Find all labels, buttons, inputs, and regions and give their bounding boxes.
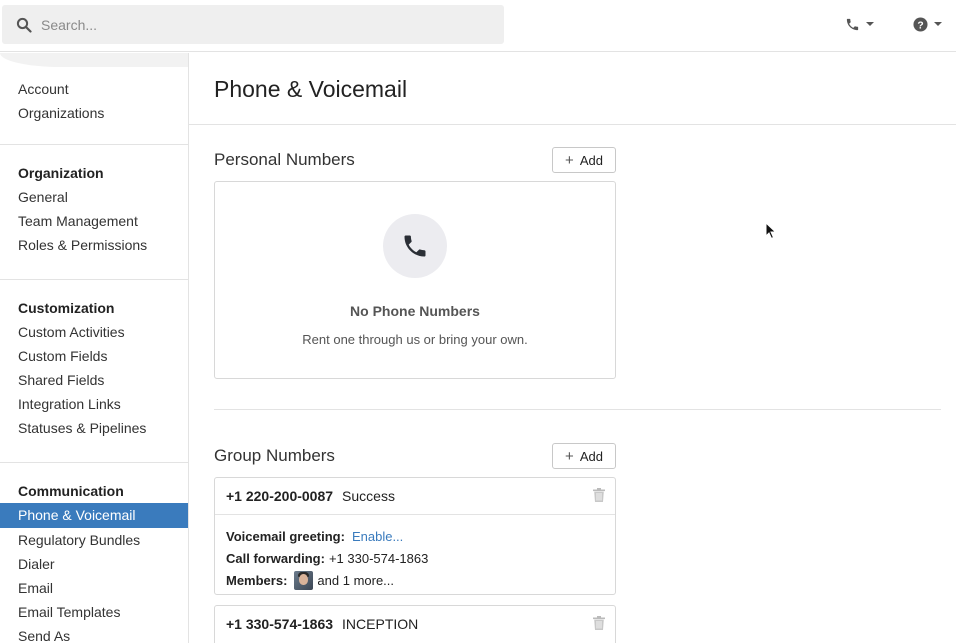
sidebar-group-communication: Communication Phone & Voicemail Regulato… xyxy=(0,479,188,643)
sidebar-heading-organization: Organization xyxy=(18,165,104,181)
sidebar-group-customization: Customization Custom Activities Custom F… xyxy=(0,296,188,440)
empty-state-title: No Phone Numbers xyxy=(350,303,480,319)
add-personal-number-button[interactable]: + Add xyxy=(552,147,616,173)
personal-numbers-title: Personal Numbers xyxy=(214,150,355,169)
sidebar-item-send-as[interactable]: Send As xyxy=(0,624,188,643)
avatar[interactable] xyxy=(294,570,314,590)
trash-icon[interactable] xyxy=(593,488,605,502)
search-icon xyxy=(16,17,32,33)
personal-numbers-empty-state: No Phone Numbers Rent one through us or … xyxy=(214,181,616,379)
forwarding-label: Call forwarding: xyxy=(226,550,325,566)
sidebar-item-shared-fields[interactable]: Shared Fields xyxy=(0,368,188,392)
sidebar-item-roles-permissions[interactable]: Roles & Permissions xyxy=(0,233,188,257)
phone-icon xyxy=(846,18,859,30)
sidebar-item-custom-fields[interactable]: Custom Fields xyxy=(0,344,188,368)
group-number-header: +1 330-574-1863 INCEPTION xyxy=(215,606,615,642)
forwarding-row: Call forwarding: +1 330-574-1863 xyxy=(226,547,604,569)
add-group-number-button[interactable]: + Add xyxy=(552,443,616,469)
mouse-cursor-icon xyxy=(765,222,777,240)
voicemail-label: Voicemail greeting: xyxy=(226,528,345,544)
group-number-card: +1 220-200-0087 Success Voicemail greeti… xyxy=(214,477,616,595)
plus-icon: + xyxy=(565,447,574,465)
chevron-down-icon xyxy=(866,22,874,26)
group-number-header: +1 220-200-0087 Success xyxy=(215,478,615,514)
group-number-details: Voicemail greeting: Enable... Call forwa… xyxy=(215,514,615,599)
sidebar-item-account[interactable]: Account xyxy=(0,77,188,101)
voicemail-row: Voicemail greeting: Enable... xyxy=(226,525,604,547)
sidebar-item-general[interactable]: General xyxy=(0,185,188,209)
sidebar-item-email[interactable]: Email xyxy=(0,576,188,600)
group-numbers-title: Group Numbers xyxy=(214,446,335,465)
svg-text:?: ? xyxy=(917,20,923,31)
help-menu-button[interactable]: ? xyxy=(913,14,942,34)
group-number: +1 220-200-0087 xyxy=(226,488,334,504)
main-content: Phone & Voicemail Personal Numbers + Add… xyxy=(189,53,956,643)
sidebar-divider xyxy=(0,279,188,280)
sidebar-divider xyxy=(0,144,188,145)
group-number-name: Success xyxy=(342,488,395,504)
add-button-label: Add xyxy=(579,152,603,168)
search-box[interactable] xyxy=(2,5,504,44)
sidebar-item-organizations[interactable]: Organizations xyxy=(0,101,188,125)
sidebar-heading-communication: Communication xyxy=(18,483,124,499)
section-divider xyxy=(214,409,941,410)
trash-icon[interactable] xyxy=(593,616,605,630)
sidebar-divider xyxy=(0,462,188,463)
sidebar-item-dialer[interactable]: Dialer xyxy=(0,552,188,576)
sidebar-item-team-management[interactable]: Team Management xyxy=(0,209,188,233)
chevron-down-icon xyxy=(934,22,942,26)
phone-icon xyxy=(404,235,426,257)
page-title: Phone & Voicemail xyxy=(214,76,408,102)
forwarding-value: +1 330-574-1863 xyxy=(328,550,429,566)
phone-menu-button[interactable] xyxy=(845,14,874,34)
search-input[interactable] xyxy=(41,16,481,33)
top-bar: ? xyxy=(0,0,956,52)
sidebar-item-custom-activities[interactable]: Custom Activities xyxy=(0,320,188,344)
title-divider xyxy=(189,124,956,125)
sidebar-group-personal: Account Organizations xyxy=(0,77,188,125)
sidebar-group-organization: Organization General Team Management Rol… xyxy=(0,161,188,257)
group-number-name: INCEPTION xyxy=(342,616,419,632)
empty-state-text: Rent one through us or bring your own. xyxy=(302,332,528,347)
sidebar-item-regulatory-bundles[interactable]: Regulatory Bundles xyxy=(0,528,188,552)
sidebar-item-phone-voicemail[interactable]: Phone & Voicemail xyxy=(0,503,188,528)
help-icon: ? xyxy=(913,16,928,32)
members-label: Members: xyxy=(226,572,288,588)
sidebar-item-statuses-pipelines[interactable]: Statuses & Pipelines xyxy=(0,416,188,440)
plus-icon: + xyxy=(565,151,574,169)
add-button-label: Add xyxy=(579,448,603,464)
members-row: Members: and 1 more... xyxy=(226,569,604,591)
group-number: +1 330-574-1863 xyxy=(226,616,334,632)
settings-sidebar: Account Organizations Organization Gener… xyxy=(0,53,189,643)
sidebar-item-email-templates[interactable]: Email Templates xyxy=(0,600,188,624)
members-more[interactable]: and 1 more... xyxy=(317,573,394,588)
sidebar-top-decoration xyxy=(0,53,188,67)
sidebar-item-integration-links[interactable]: Integration Links xyxy=(0,392,188,416)
voicemail-enable-link[interactable]: Enable... xyxy=(352,529,403,544)
sidebar-heading-customization: Customization xyxy=(18,300,115,316)
group-number-card: +1 330-574-1863 INCEPTION xyxy=(214,605,616,643)
empty-state-badge xyxy=(383,214,447,278)
